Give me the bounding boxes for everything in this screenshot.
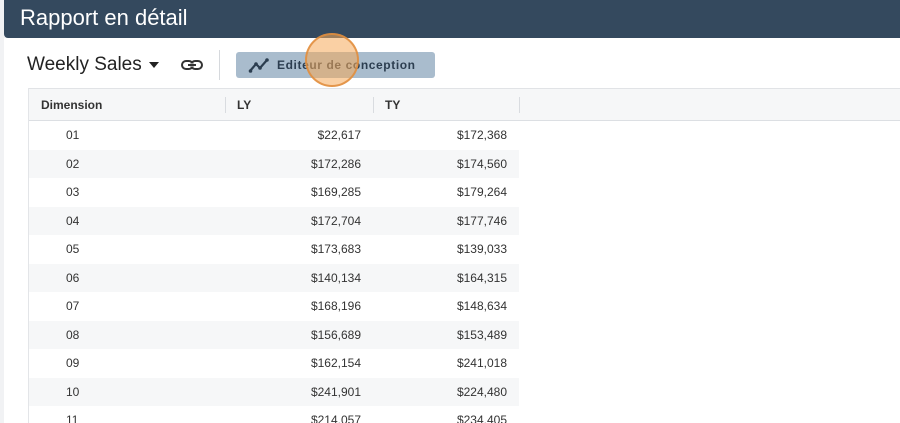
window-title: Rapport en détail	[20, 5, 188, 30]
cell-dimension: 10	[66, 384, 80, 399]
toolbar-divider	[219, 50, 220, 80]
table-row[interactable]: 11 $214,057 $234,405	[29, 406, 519, 423]
cell-ly: $173,683	[310, 242, 361, 256]
table-row[interactable]: 06 $140,134 $164,315	[29, 263, 519, 292]
cell-dimension: 09	[66, 356, 80, 370]
column-header-ly[interactable]: LY	[225, 89, 373, 121]
caret-down-icon	[148, 62, 159, 68]
table-row[interactable]: 04 $172,704 $177,746	[29, 206, 519, 235]
cell-ty: $179,264	[456, 185, 507, 199]
cell-ty: $139,033	[456, 242, 507, 256]
table-row[interactable]: 07 $168,196 $148,634	[29, 292, 519, 321]
line-chart-icon	[248, 58, 269, 73]
column-header-dimension[interactable]: Dimension	[29, 89, 225, 121]
toolbar: Weekly Sales Editeur de conception	[4, 38, 900, 88]
link-icon[interactable]	[180, 54, 204, 76]
cell-ty: $241,018	[456, 356, 507, 370]
title-bar: Rapport en détail	[4, 0, 900, 38]
cell-dimension: 03	[66, 185, 80, 199]
report-panel: Weekly Sales Editeur de conception Dimen…	[4, 38, 900, 423]
report-name: Weekly Sales	[27, 54, 142, 75]
cell-dimension: 05	[66, 242, 80, 256]
design-editor-label: Editeur de conception	[277, 58, 416, 72]
cell-ty: $234,405	[456, 413, 507, 423]
report-grid: Dimension LY TY 01 $22,617 $172,368 02 $172…	[28, 88, 900, 423]
cell-ly: $22,617	[317, 128, 361, 142]
column-header-ty[interactable]: TY	[373, 89, 519, 121]
cell-dimension: 06	[66, 270, 80, 285]
table-row[interactable]: 05 $173,683 $139,033	[29, 235, 519, 264]
cell-ty: $172,368	[456, 128, 507, 142]
grid-header: Dimension LY TY	[29, 88, 900, 121]
cell-ly: $172,286	[310, 156, 361, 171]
report-selector[interactable]: Weekly Sales	[27, 53, 159, 77]
cell-ty: $164,315	[456, 270, 507, 285]
design-editor-button[interactable]: Editeur de conception	[236, 52, 435, 78]
cell-ty: $224,480	[456, 384, 507, 399]
table-row[interactable]: 03 $169,285 $179,264	[29, 178, 519, 207]
table-row[interactable]: 01 $22,617 $172,368	[29, 121, 519, 150]
cell-dimension: 01	[66, 128, 80, 142]
cell-ly: $172,704	[310, 213, 361, 228]
cell-ly: $156,689	[310, 327, 361, 342]
cell-ty: $153,489	[456, 327, 507, 342]
report-window: Rapport en détail Weekly Sales Editeur d…	[0, 0, 900, 423]
column-separator[interactable]	[519, 97, 520, 113]
cell-ly: $162,154	[310, 356, 361, 370]
cell-dimension: 11	[66, 413, 79, 423]
cell-ly: $241,901	[310, 384, 361, 399]
cell-ly: $169,285	[310, 185, 361, 199]
cell-dimension: 07	[66, 299, 80, 313]
table-row[interactable]: 09 $162,154 $241,018	[29, 349, 519, 378]
cell-ty: $177,746	[456, 213, 507, 228]
cell-dimension: 02	[66, 156, 80, 171]
cell-ly: $168,196	[310, 299, 361, 313]
grid-rows: 01 $22,617 $172,368 02 $172,286 $174,560 03 $…	[29, 121, 519, 423]
cell-ty: $174,560	[456, 156, 507, 171]
cell-ly: $214,057	[310, 413, 361, 423]
table-row[interactable]: 02 $172,286 $174,560	[29, 149, 519, 178]
cell-dimension: 04	[66, 213, 80, 228]
table-row[interactable]: 08 $156,689 $153,489	[29, 320, 519, 349]
cell-ty: $148,634	[456, 299, 507, 313]
cell-dimension: 08	[66, 327, 80, 342]
cell-ly: $140,134	[310, 270, 361, 285]
table-row[interactable]: 10 $241,901 $224,480	[29, 377, 519, 406]
